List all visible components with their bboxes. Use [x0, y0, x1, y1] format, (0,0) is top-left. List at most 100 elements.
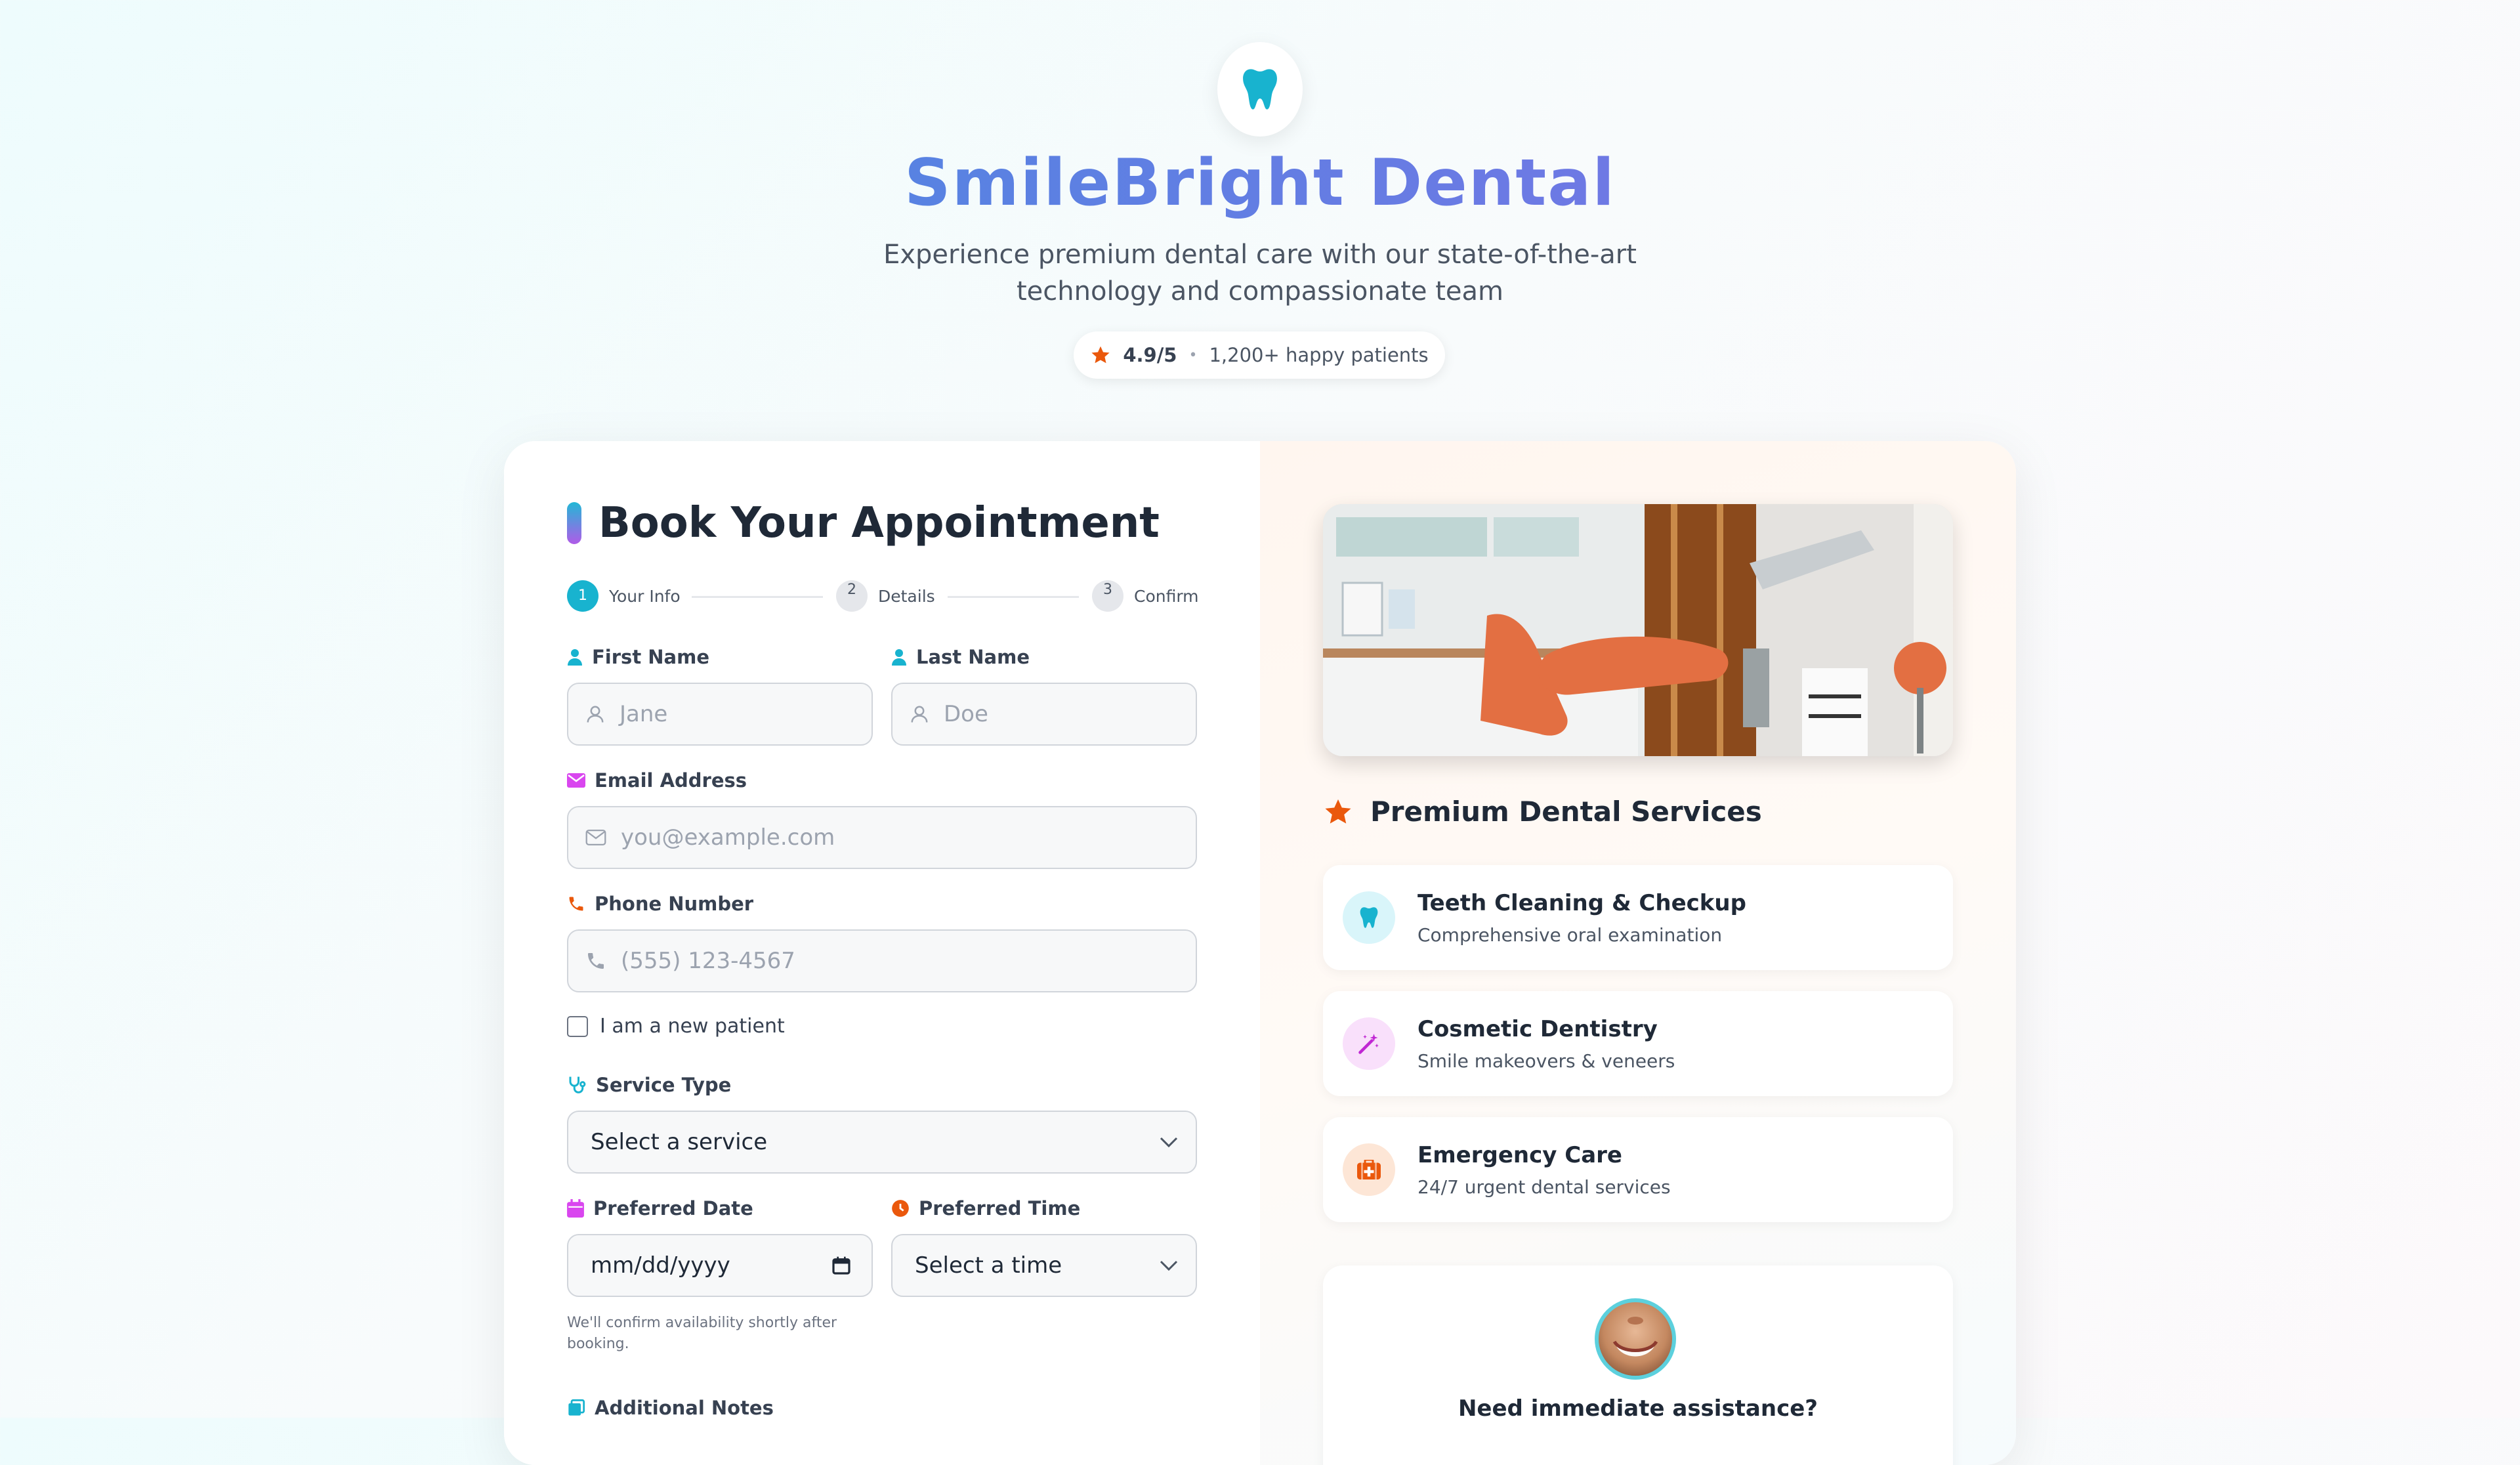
phone-label: Phone Number: [567, 893, 753, 915]
user-icon: [892, 649, 906, 666]
calendar-icon: [567, 1199, 584, 1218]
form-title: Book Your Appointment: [567, 499, 1160, 547]
service-desc: Comprehensive oral examination: [1418, 924, 1723, 946]
service-name: Emergency Care: [1418, 1141, 1622, 1168]
patient-count: 1,200+ happy patients: [1209, 344, 1429, 366]
first-name-label-text: First Name: [592, 646, 709, 668]
last-name-label-text: Last Name: [916, 646, 1030, 668]
step-connector: [948, 596, 1079, 598]
service-icon-badge: [1343, 1017, 1395, 1070]
phone-label-text: Phone Number: [595, 893, 754, 915]
service-card-cleaning[interactable]: Teeth Cleaning & Checkup Comprehensive o…: [1323, 865, 1953, 970]
first-name-placeholder: Jane: [620, 701, 668, 727]
first-aid-kit-icon: [1357, 1160, 1381, 1179]
service-name: Cosmetic Dentistry: [1418, 1015, 1658, 1042]
star-icon: [1091, 346, 1110, 364]
email-label: Email Address: [567, 769, 747, 792]
time-label: Preferred Time: [891, 1197, 1080, 1220]
help-card: Need immediate assistance?: [1323, 1265, 1953, 1465]
email-input[interactable]: you@example.com: [567, 806, 1197, 869]
chevron-down-icon: [1160, 1137, 1178, 1148]
notes-icon: [568, 1399, 585, 1416]
separator-dot: •: [1188, 347, 1198, 364]
service-name: Teeth Cleaning & Checkup: [1418, 889, 1746, 916]
clinic-photo: [1323, 504, 1953, 756]
step-label: Confirm: [1134, 586, 1199, 606]
last-name-placeholder: Doe: [944, 701, 988, 727]
phone-placeholder: (555) 123-4567: [621, 948, 795, 974]
services-title-text: Premium Dental Services: [1370, 796, 1762, 828]
last-name-label: Last Name: [891, 646, 1030, 668]
chevron-down-icon: [1160, 1260, 1178, 1271]
stepper: 1 Your Info 2 Details 3 Confirm: [567, 580, 1199, 620]
time-select-value: Select a time: [915, 1252, 1062, 1279]
phone-input[interactable]: (555) 123-4567: [567, 929, 1197, 992]
time-select[interactable]: Select a time: [891, 1234, 1197, 1297]
smile-photo: [1612, 1317, 1658, 1357]
step-confirm[interactable]: 3 Confirm: [1092, 580, 1199, 612]
tooth-icon: [1243, 69, 1277, 110]
new-patient-checkbox[interactable]: [567, 1015, 588, 1037]
email-placeholder: you@example.com: [621, 824, 835, 851]
booking-card: Book Your Appointment 1 Your Info 2 Deta…: [504, 441, 2016, 1465]
user-outline-icon: [587, 706, 604, 723]
last-name-input[interactable]: Doe: [891, 683, 1197, 746]
service-label-text: Service Type: [596, 1074, 732, 1096]
brand-title: SmileBright Dental: [0, 146, 2520, 221]
date-input-value: mm/dd/yyyy: [591, 1252, 730, 1279]
service-card-cosmetic[interactable]: Cosmetic Dentistry Smile makeovers & ven…: [1323, 991, 1953, 1096]
email-label-text: Email Address: [595, 769, 747, 792]
service-desc: Smile makeovers & veneers: [1418, 1050, 1675, 1072]
rating-badge: 4.9/5 • 1,200+ happy patients: [1074, 331, 1445, 379]
avatar: [1595, 1298, 1676, 1380]
step-label: Details: [878, 586, 935, 606]
phone-outline-icon: [588, 953, 604, 969]
step-number: 2: [836, 580, 868, 612]
calendar-picker-icon[interactable]: [831, 1255, 852, 1276]
service-select[interactable]: Select a service: [567, 1111, 1197, 1174]
dental-office-image: [1323, 504, 1953, 756]
info-panel: Premium Dental Services Teeth Cleaning &…: [1260, 441, 2016, 1465]
first-name-input[interactable]: Jane: [567, 683, 873, 746]
title-accent-bar: [567, 502, 581, 544]
brand-tagline: Experience premium dental care with our …: [883, 240, 1637, 307]
step-details[interactable]: 2 Details: [836, 580, 935, 612]
stethoscope-icon: [569, 1076, 586, 1093]
service-select-value: Select a service: [591, 1129, 768, 1155]
date-input[interactable]: mm/dd/yyyy: [567, 1234, 873, 1297]
service-desc: 24/7 urgent dental services: [1418, 1176, 1671, 1198]
logo-badge: [1217, 42, 1303, 137]
new-patient-row: I am a new patient: [567, 1015, 785, 1038]
service-card-emergency[interactable]: Emergency Care 24/7 urgent dental servic…: [1323, 1117, 1953, 1222]
rating-score: 4.9/5: [1123, 344, 1177, 366]
envelope-icon: [567, 773, 585, 788]
service-icon-badge: [1343, 1143, 1395, 1196]
user-icon: [568, 649, 582, 666]
first-name-label: First Name: [567, 646, 709, 668]
step-number: 1: [567, 580, 598, 612]
step-your-info[interactable]: 1 Your Info: [567, 580, 681, 612]
form-title-text: Book Your Appointment: [598, 499, 1160, 547]
phone-icon: [569, 897, 583, 911]
new-patient-label: I am a new patient: [600, 1015, 785, 1038]
services-title: Premium Dental Services: [1323, 796, 1762, 828]
star-icon: [1325, 799, 1351, 824]
availability-hint: We'll confirm availability shortly after…: [567, 1315, 837, 1352]
user-outline-icon: [911, 706, 928, 723]
notes-label-text: Additional Notes: [595, 1397, 774, 1419]
service-icon-badge: [1343, 891, 1395, 944]
step-label: Your Info: [609, 586, 681, 606]
notes-label: Additional Notes: [567, 1397, 774, 1419]
time-label-text: Preferred Time: [919, 1197, 1081, 1220]
tooth-icon: [1360, 907, 1378, 928]
step-number: 3: [1092, 580, 1124, 612]
date-label: Preferred Date: [567, 1197, 753, 1220]
clock-icon: [892, 1200, 909, 1217]
envelope-outline-icon: [585, 830, 606, 845]
step-connector: [692, 596, 823, 598]
magic-wand-icon: [1358, 1034, 1379, 1054]
booking-form: Book Your Appointment 1 Your Info 2 Deta…: [504, 441, 1260, 1465]
help-title: Need immediate assistance?: [1458, 1395, 1818, 1422]
date-label-text: Preferred Date: [593, 1197, 753, 1220]
service-label: Service Type: [567, 1074, 731, 1096]
